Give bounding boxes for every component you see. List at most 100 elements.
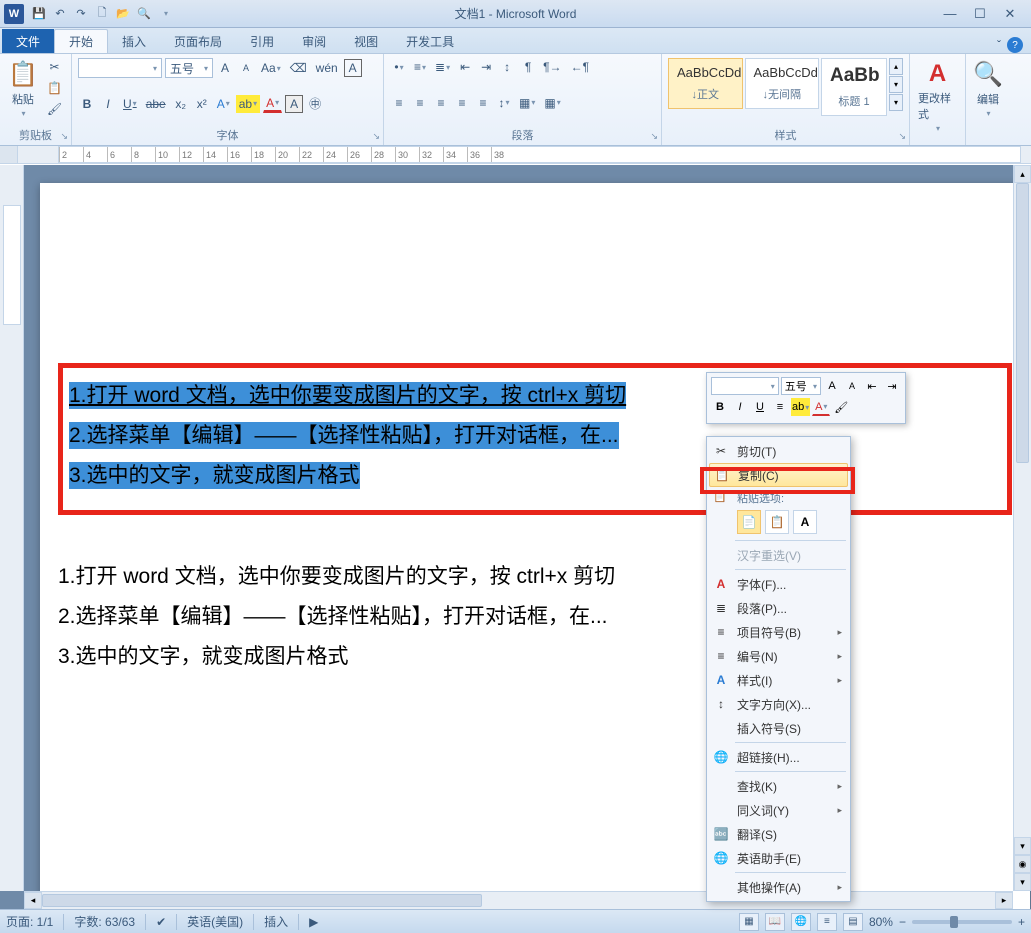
scrollbar-horizontal[interactable]: ◂ ▸ xyxy=(24,891,1013,909)
para-launcher-icon[interactable]: ↘ xyxy=(650,131,658,142)
status-mode[interactable]: 插入 xyxy=(264,913,288,930)
subscript-button[interactable]: x₂ xyxy=(172,95,190,113)
distribute-icon[interactable]: ≡ xyxy=(474,94,492,112)
font-family-combo[interactable]: ▾ xyxy=(78,58,162,78)
next-page-icon[interactable]: ▾ xyxy=(1014,873,1031,891)
scrollbar-vertical[interactable]: ▴ ▾ ◉ ▾ xyxy=(1013,165,1031,891)
macro-icon[interactable]: ▶ xyxy=(309,915,318,929)
grow-font-icon[interactable]: A xyxy=(216,59,234,77)
scroll-down-icon[interactable]: ▾ xyxy=(1014,837,1031,855)
superscript-button[interactable]: x² xyxy=(193,95,211,113)
font-launcher-icon[interactable]: ↘ xyxy=(372,131,380,142)
paste-merge-icon[interactable]: 📋 xyxy=(765,510,789,534)
tab-layout[interactable]: 页面布局 xyxy=(160,29,236,53)
char-border-icon[interactable]: A xyxy=(344,59,362,77)
tab-view[interactable]: 视图 xyxy=(340,29,392,53)
borders-icon[interactable]: ▦▾ xyxy=(541,94,563,112)
preview-icon[interactable]: 🔍 xyxy=(135,5,153,23)
ctx-style[interactable]: A样式(I)▸ xyxy=(709,668,848,692)
decrease-indent-icon[interactable]: ⇤ xyxy=(456,58,474,76)
status-zoom[interactable]: 80% xyxy=(869,915,893,929)
tab-developer[interactable]: 开发工具 xyxy=(392,29,468,53)
paste-text-only-icon[interactable]: A xyxy=(793,510,817,534)
view-draft-icon[interactable]: ▤ xyxy=(843,913,863,931)
ruler-vertical[interactable] xyxy=(0,165,24,891)
align-center-icon[interactable]: ≡ xyxy=(411,94,429,112)
font-color-icon[interactable]: A▾ xyxy=(263,95,282,113)
tab-references[interactable]: 引用 xyxy=(236,29,288,53)
mini-font-size[interactable]: 五号▾ xyxy=(781,377,821,395)
mini-font-family[interactable]: ▾ xyxy=(711,377,779,395)
underline-button[interactable]: U▾ xyxy=(120,95,140,113)
mini-shrink-icon[interactable]: A xyxy=(843,377,861,395)
ctx-bullets[interactable]: ≡项目符号(B)▸ xyxy=(709,620,848,644)
view-read-icon[interactable]: 📖 xyxy=(765,913,785,931)
justify-icon[interactable]: ≡ xyxy=(453,94,471,112)
undo-icon[interactable]: ↶ xyxy=(51,5,69,23)
mini-bold-button[interactable]: B xyxy=(711,398,729,416)
help-icon[interactable]: ? xyxy=(1007,37,1023,53)
line-spacing-icon[interactable]: ↕▾ xyxy=(495,94,513,112)
cut-icon[interactable]: ✂ xyxy=(44,58,65,76)
align-right-icon[interactable]: ≡ xyxy=(432,94,450,112)
enclose-char-icon[interactable]: ㊥ xyxy=(306,95,324,113)
status-language[interactable]: 英语(美国) xyxy=(187,913,243,930)
mini-italic-button[interactable]: I xyxy=(731,398,749,416)
ctx-find[interactable]: 查找(K)▸ xyxy=(709,774,848,798)
scroll-left-icon[interactable]: ◂ xyxy=(24,892,42,909)
page[interactable]: 1.打开 word 文档，选中你要变成图片的文字，按 ctrl+x 剪切 2.选… xyxy=(40,183,1030,909)
ctx-translate[interactable]: 🔤翻译(S) xyxy=(709,822,848,846)
change-case-icon[interactable]: Aa▾ xyxy=(258,59,284,77)
tab-insert[interactable]: 插入 xyxy=(108,29,160,53)
bullets-icon[interactable]: •▾ xyxy=(390,58,408,76)
char-shading-icon[interactable]: A xyxy=(285,95,303,113)
style-heading1[interactable]: AaBb 标题 1 xyxy=(821,58,887,116)
selected-line-1[interactable]: 1.打开 word 文档，选中你要变成图片的文字，按 ctrl+x 剪切 xyxy=(69,382,626,409)
selected-line-2[interactable]: 2.选择菜单【编辑】——【选择性粘贴】，打开对话框，在... xyxy=(69,422,619,449)
increase-indent-icon[interactable]: ⇥ xyxy=(477,58,495,76)
scroll-thumb-h[interactable] xyxy=(42,894,482,907)
zoom-slider[interactable] xyxy=(912,920,1012,924)
ctx-font[interactable]: A字体(F)... xyxy=(709,572,848,596)
shading-icon[interactable]: ▦▾ xyxy=(516,94,538,112)
style-more-icon[interactable]: ▾ xyxy=(889,94,903,111)
multilevel-icon[interactable]: ≣▾ xyxy=(432,58,453,76)
minimize-button[interactable]: — xyxy=(941,5,959,23)
ribbon-collapse-icon[interactable]: ˇ xyxy=(997,38,1001,52)
editing-button[interactable]: 🔍 编辑 ▾ xyxy=(972,58,1004,120)
tab-home[interactable]: 开始 xyxy=(54,29,108,53)
style-nospacing[interactable]: AaBbCcDd ↓无间隔 xyxy=(745,58,820,109)
mini-underline-button[interactable]: U xyxy=(751,398,769,416)
scroll-up-icon[interactable]: ▴ xyxy=(1014,165,1031,183)
style-up-icon[interactable]: ▴ xyxy=(889,58,903,75)
ctx-textdir[interactable]: ↕文字方向(X)... xyxy=(709,692,848,716)
ctx-paragraph[interactable]: ≣段落(P)... xyxy=(709,596,848,620)
styles-launcher-icon[interactable]: ↘ xyxy=(898,131,906,142)
rtl-icon[interactable]: ←¶ xyxy=(568,58,592,76)
proofing-icon[interactable]: ✔ xyxy=(156,915,166,929)
page-content[interactable]: 1.打开 word 文档，选中你要变成图片的文字，按 ctrl+x 剪切 2.选… xyxy=(40,183,1030,697)
paste-button[interactable]: 📋 粘贴 ▾ xyxy=(6,58,40,120)
style-down-icon[interactable]: ▾ xyxy=(889,76,903,93)
selected-line-3[interactable]: 3.选中的文字，就变成图片格式 xyxy=(69,462,360,489)
zoom-handle[interactable] xyxy=(950,916,958,928)
ctx-numbering[interactable]: ≡编号(N)▸ xyxy=(709,644,848,668)
tab-review[interactable]: 审阅 xyxy=(288,29,340,53)
zoom-in-icon[interactable]: + xyxy=(1018,915,1025,929)
prev-page-icon[interactable]: ◉ xyxy=(1014,855,1031,873)
scroll-thumb-v[interactable] xyxy=(1016,183,1029,463)
show-marks-icon[interactable]: ¶ xyxy=(519,58,537,76)
format-painter-icon[interactable]: 🖌 xyxy=(44,100,65,118)
maximize-button[interactable]: ☐ xyxy=(971,5,989,23)
mini-format-painter-icon[interactable]: 🖌 xyxy=(832,398,850,416)
ctx-hyperlink[interactable]: 🌐超链接(H)... xyxy=(709,745,848,769)
phonetic-icon[interactable]: wén xyxy=(313,59,341,77)
file-tab[interactable]: 文件 xyxy=(2,29,54,53)
text-line-2[interactable]: 2.选择菜单【编辑】——【选择性粘贴】，打开对话框，在... xyxy=(58,597,1012,637)
ctx-english-helper[interactable]: 🌐英语助手(E) xyxy=(709,846,848,870)
ctx-cut[interactable]: ✂剪切(T) xyxy=(709,439,848,463)
mini-grow-icon[interactable]: A xyxy=(823,377,841,395)
ltr-icon[interactable]: ¶→ xyxy=(540,58,564,76)
view-outline-icon[interactable]: ≡ xyxy=(817,913,837,931)
sort-icon[interactable]: ↕ xyxy=(498,58,516,76)
